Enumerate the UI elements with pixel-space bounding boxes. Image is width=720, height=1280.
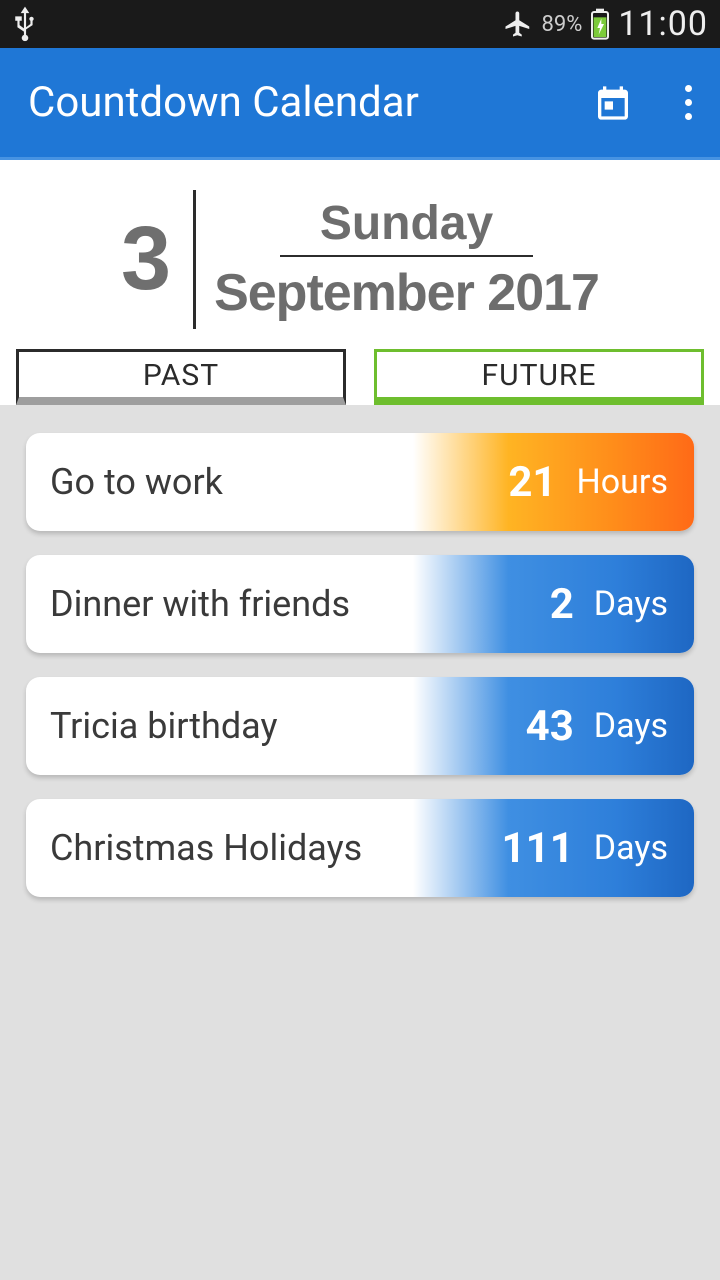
calendar-today-icon[interactable] (593, 83, 633, 123)
app-bar-actions (593, 81, 696, 124)
battery-percentage: 89% (541, 12, 582, 37)
event-count-number: 111 (502, 824, 574, 873)
tab-future[interactable]: FUTURE (374, 349, 704, 405)
date-day-number: 3 (121, 190, 193, 329)
event-title: Christmas Holidays (26, 799, 413, 897)
more-options-icon[interactable] (681, 81, 696, 124)
usb-icon (12, 6, 38, 42)
event-count-unit: Hours (577, 462, 668, 502)
event-count-unit: Days (594, 584, 668, 624)
android-status-bar: 89% 11:00 (0, 0, 720, 48)
event-title: Go to work (26, 433, 413, 531)
status-right: 89% 11:00 (503, 4, 708, 44)
tab-past[interactable]: PAST (16, 349, 346, 405)
status-clock: 11:00 (618, 4, 708, 44)
event-count-number: 2 (550, 580, 574, 629)
event-countdown: 111 Days (413, 799, 694, 897)
date-weekday: Sunday (280, 196, 533, 257)
event-countdown: 43 Days (413, 677, 694, 775)
event-card[interactable]: Christmas Holidays 111 Days (26, 799, 694, 897)
date-divider (193, 190, 196, 329)
current-date-header: 3 Sunday September 2017 (0, 160, 720, 349)
event-title: Dinner with friends (26, 555, 413, 653)
app-title: Countdown Calendar (28, 78, 419, 127)
event-card[interactable]: Tricia birthday 43 Days (26, 677, 694, 775)
event-count-number: 43 (526, 702, 574, 751)
event-count-unit: Days (594, 706, 668, 746)
event-count-number: 21 (508, 458, 556, 507)
date-month-year: September 2017 (214, 257, 599, 323)
status-left (12, 6, 38, 42)
battery-charging-icon (590, 8, 610, 40)
events-list: Go to work 21 Hours Dinner with friends … (0, 405, 720, 897)
event-title: Tricia birthday (26, 677, 413, 775)
app-bar: Countdown Calendar (0, 48, 720, 160)
event-count-unit: Days (594, 828, 668, 868)
event-countdown: 21 Hours (413, 433, 694, 531)
event-card[interactable]: Go to work 21 Hours (26, 433, 694, 531)
airplane-mode-icon (503, 9, 533, 39)
time-tabs: PAST FUTURE (0, 349, 720, 405)
event-card[interactable]: Dinner with friends 2 Days (26, 555, 694, 653)
event-countdown: 2 Days (413, 555, 694, 653)
